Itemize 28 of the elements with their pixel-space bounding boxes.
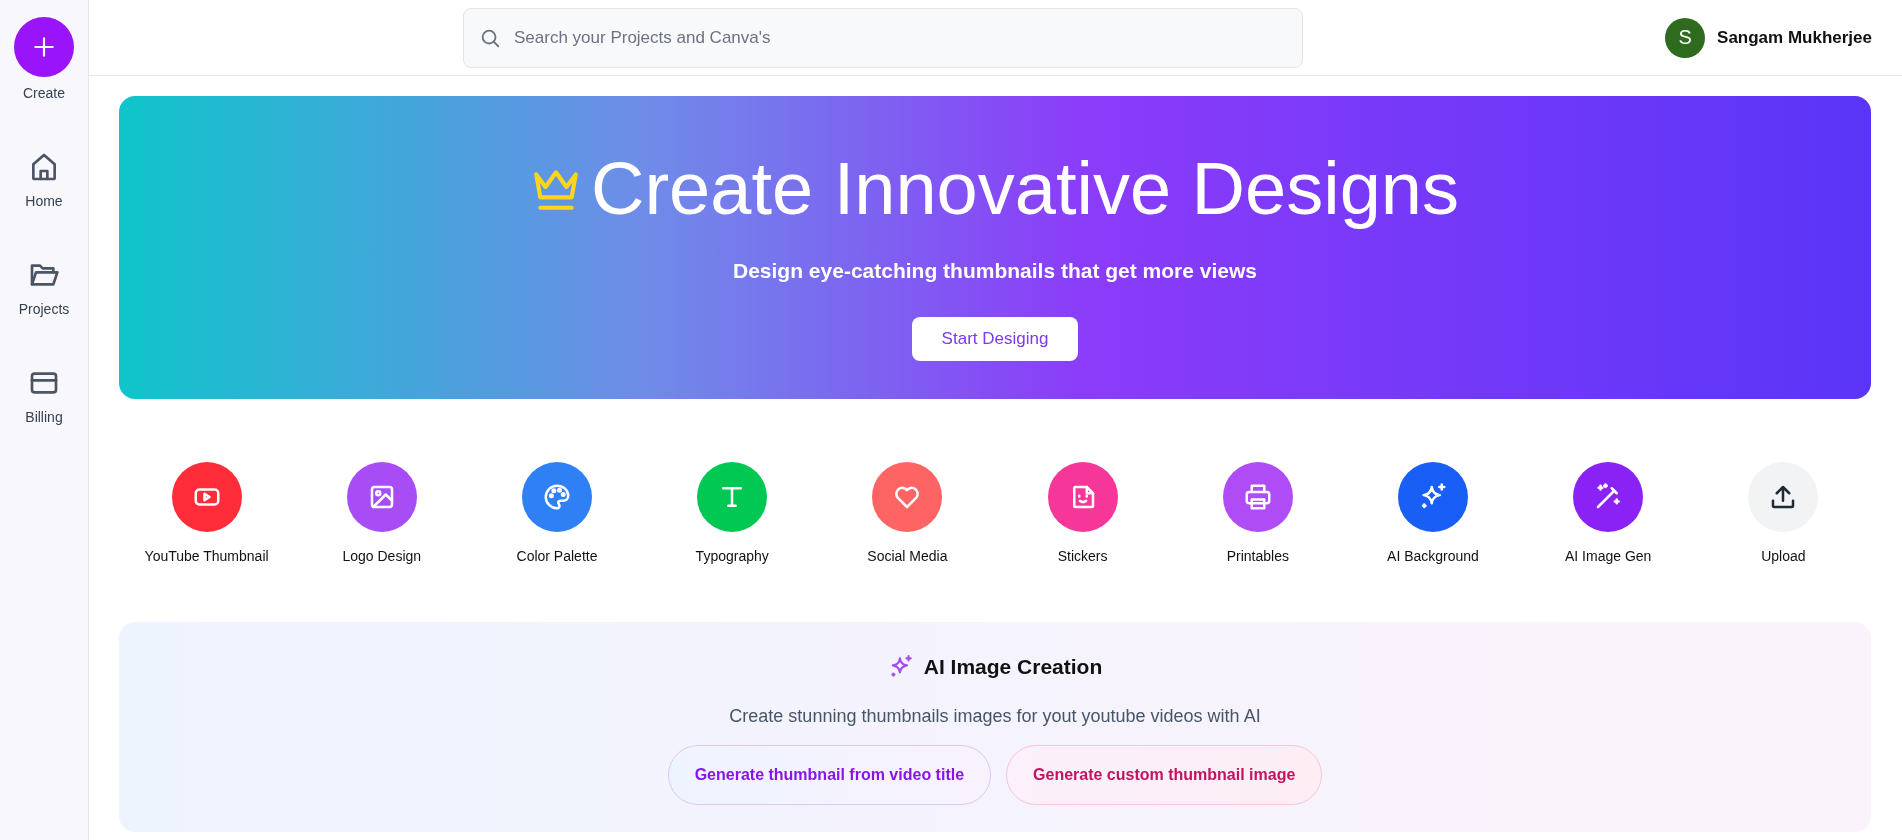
hero-subtitle: Design eye-catching thumbnails that get more views [733, 259, 1257, 284]
start-designing-button[interactable]: Start Desiging [911, 317, 1079, 362]
nav-item[interactable]: Home [25, 193, 63, 209]
plus-icon [31, 34, 57, 60]
generate-button[interactable]: Generate thumbnail from video title [667, 745, 992, 805]
ai-section-title: AI Image Creation [923, 655, 1103, 679]
tool-label: Typography [695, 548, 769, 564]
tool-label: Social Media [867, 548, 948, 564]
nav-item[interactable]: Billing [25, 409, 63, 425]
search-field[interactable]: Search your Projects and Canva's [463, 7, 1303, 68]
palette-icon [542, 482, 572, 512]
tool-label: AI Image Gen [1565, 548, 1652, 564]
printer-icon [1242, 482, 1273, 512]
tool-label: Logo Design [342, 548, 422, 564]
create-button[interactable] [14, 17, 74, 77]
generate-button[interactable]: Generate custom thumbnail image [1006, 745, 1323, 805]
tool-label: Stickers [1057, 548, 1108, 564]
tool-label: YouTube Thumbnail [144, 548, 269, 564]
avatar[interactable]: S [1665, 17, 1706, 58]
tool-label: Color Palette [516, 548, 598, 564]
ai-section-subtitle: Create stunning thumbnails images for yout youtube videos with AI [729, 706, 1261, 727]
create-label: Create [23, 85, 65, 101]
hero-title: Create Innovative Designs [591, 148, 1459, 230]
tool-label: AI Background [1387, 548, 1479, 564]
tool-label: Upload [1761, 548, 1806, 564]
user-name: Sangam Mukherjee [1717, 27, 1872, 48]
tool-label: Printables [1226, 548, 1289, 564]
nav-item[interactable]: Projects [18, 301, 70, 317]
